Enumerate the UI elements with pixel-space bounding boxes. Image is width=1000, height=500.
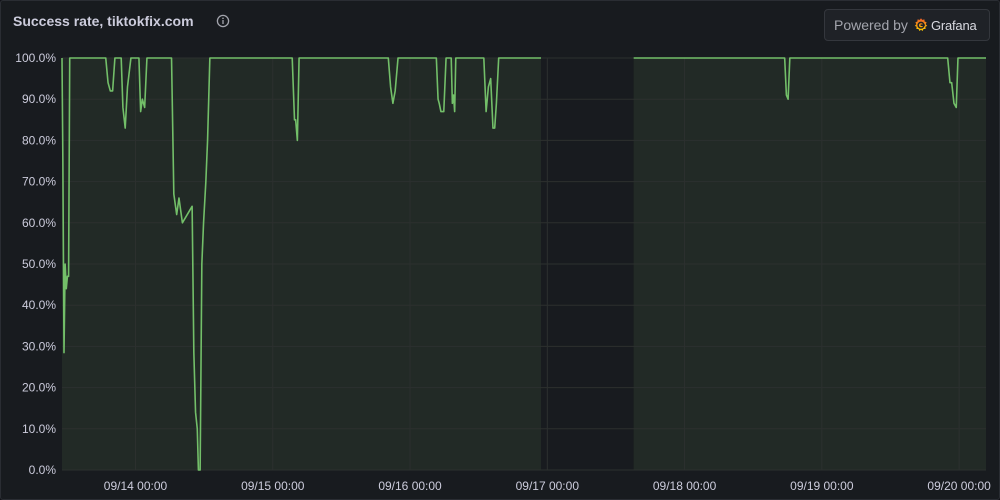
y-tick-label: 60.0%	[22, 216, 56, 230]
y-tick-label: 10.0%	[22, 422, 56, 436]
x-tick-label: 09/17 00:00	[516, 479, 580, 493]
y-tick-label: 80.0%	[22, 133, 56, 147]
y-tick-label: 20.0%	[22, 381, 56, 395]
y-tick-label: 50.0%	[22, 257, 56, 271]
chart-panel: Success rate, tiktokfix.com Powered by G…	[0, 0, 1000, 500]
y-tick-label: 70.0%	[22, 175, 56, 189]
y-tick-label: 0.0%	[29, 463, 57, 477]
y-tick-label: 90.0%	[22, 92, 56, 106]
x-tick-label: 09/14 00:00	[104, 479, 168, 493]
y-tick-label: 40.0%	[22, 298, 56, 312]
x-tick-label: 09/15 00:00	[241, 479, 305, 493]
x-tick-label: 09/18 00:00	[653, 479, 717, 493]
x-tick-label: 09/19 00:00	[790, 479, 854, 493]
x-tick-label: 09/20 00:00	[927, 479, 991, 493]
x-tick-label: 09/16 00:00	[378, 479, 442, 493]
y-tick-label: 100.0%	[15, 51, 56, 65]
y-tick-label: 30.0%	[22, 339, 56, 353]
line-chart[interactable]: 0.0% 10.0% 20.0% 30.0% 40.0% 50.0% 60.0% 70.0% 8…	[1, 1, 999, 499]
